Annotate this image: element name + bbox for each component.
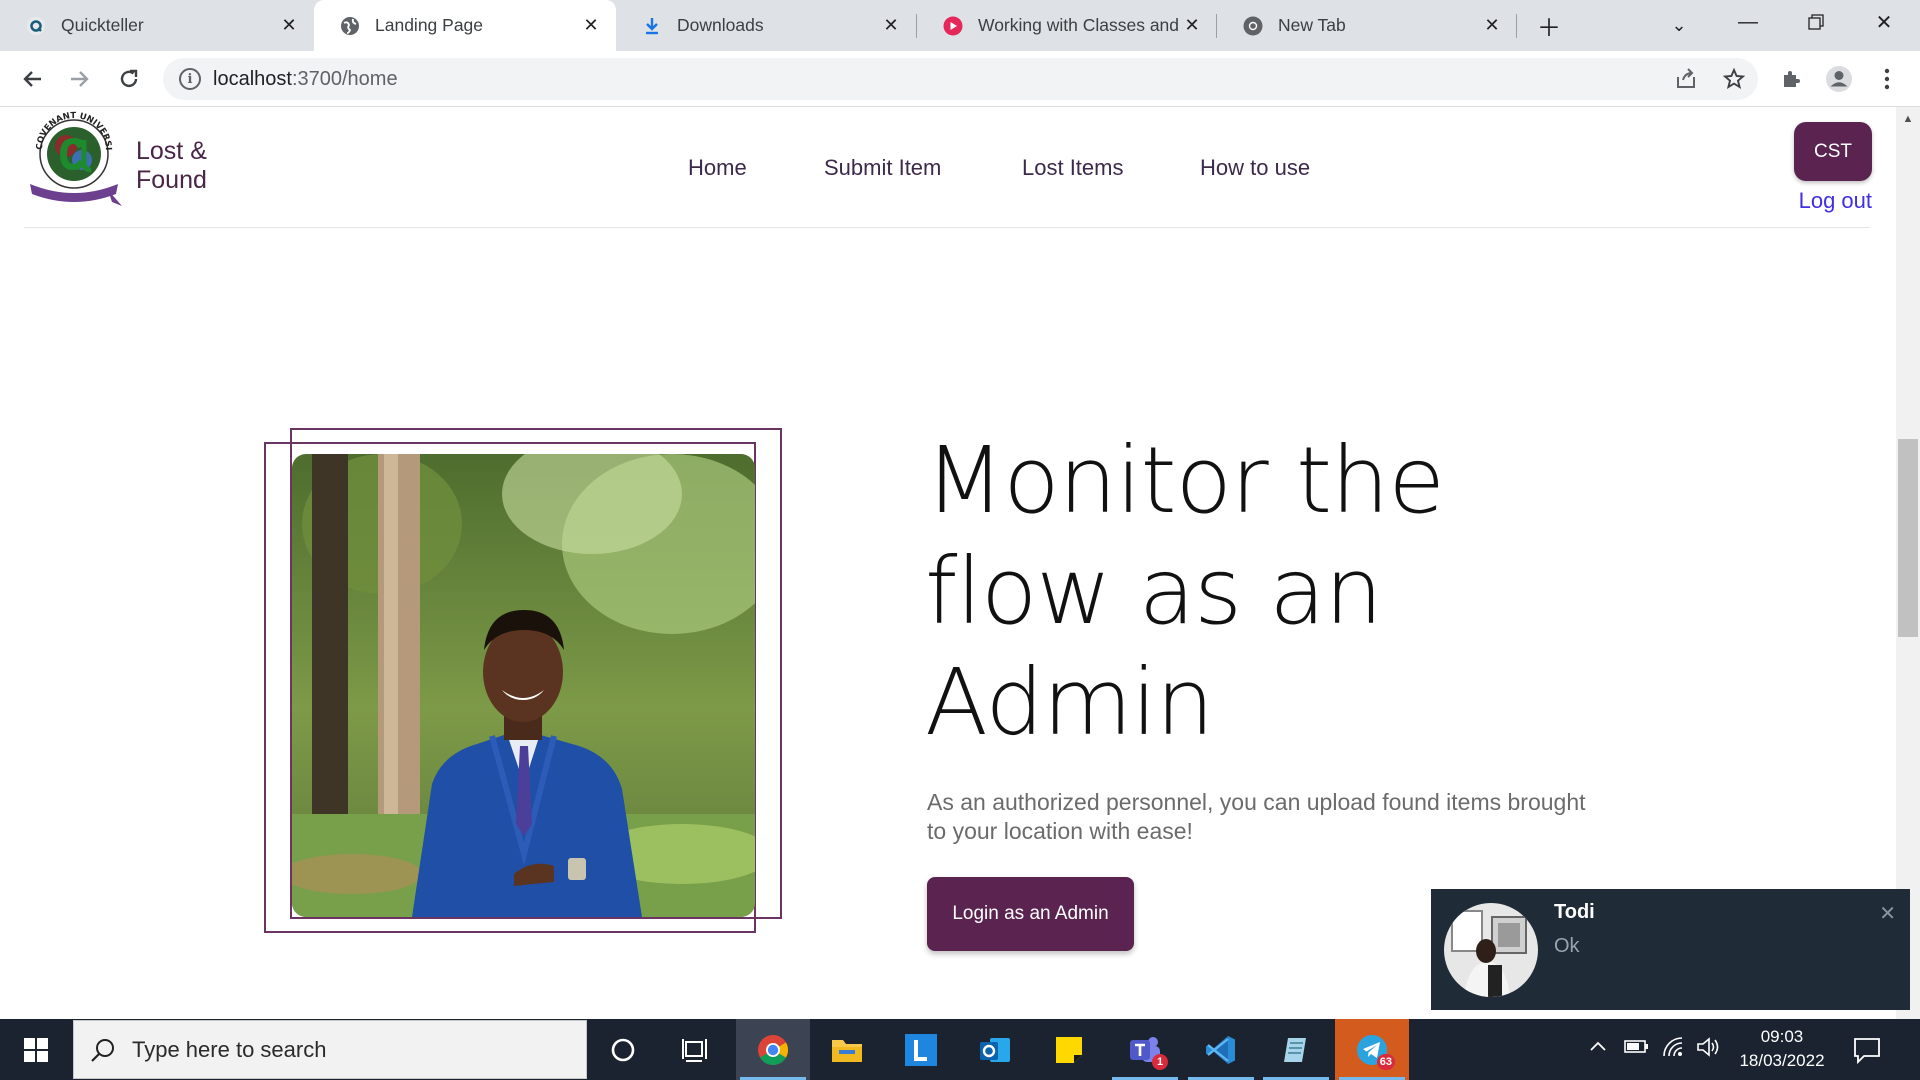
windows-start-icon[interactable]	[0, 1019, 72, 1080]
chrome-icon	[1243, 16, 1263, 36]
sender-avatar	[1444, 903, 1538, 997]
tab-downloads[interactable]: Downloads ✕	[616, 0, 916, 51]
tab-title: Downloads	[677, 15, 764, 35]
file-explorer-icon[interactable]	[810, 1019, 884, 1080]
tab-landing-page[interactable]: Landing Page ✕	[314, 0, 616, 51]
admin-photo	[292, 454, 755, 917]
brand-line-1: Lost &	[136, 137, 207, 165]
url-host: localhost	[213, 68, 292, 90]
nav-link-home[interactable]: Home	[688, 155, 747, 181]
close-icon[interactable]: ✕	[1879, 901, 1896, 926]
teams-badge: 1	[1152, 1054, 1168, 1070]
search-icon	[90, 1037, 116, 1068]
search-placeholder: Type here to search	[132, 1037, 327, 1062]
message-notification[interactable]: Todi Ok ✕	[1431, 889, 1910, 1010]
nav-link-submit-item[interactable]: Submit Item	[824, 155, 941, 181]
download-icon	[642, 16, 662, 36]
headline-line-1: Monitor the	[925, 427, 1445, 534]
minimize-icon[interactable]: —	[1716, 0, 1780, 44]
telegram-badge: 63	[1376, 1054, 1395, 1070]
tab-title: Landing Page	[375, 15, 484, 35]
browser-toolbar: i localhost:3700/home	[0, 51, 1920, 107]
hero-headline: Monitor the flow as an Admin	[925, 425, 1445, 758]
share-icon[interactable]	[1669, 62, 1703, 96]
restore-icon[interactable]	[1784, 0, 1848, 44]
site-info-icon[interactable]: i	[179, 68, 201, 90]
back-arrow-icon[interactable]	[15, 62, 49, 96]
tab-quickteller[interactable]: Quickteller ✕	[0, 0, 314, 51]
address-bar[interactable]: i localhost:3700/home	[163, 58, 1758, 100]
tab-strip: Quickteller ✕ Landing Page ✕ Downloads ✕…	[0, 0, 1920, 51]
close-icon[interactable]: ✕	[580, 15, 602, 37]
taskbar-search-box[interactable]: Type here to search	[73, 1020, 587, 1079]
outlook-icon[interactable]	[958, 1019, 1032, 1080]
tab-working-with-classes[interactable]: Working with Classes and ✕	[917, 0, 1217, 51]
reload-icon[interactable]	[112, 62, 146, 96]
close-icon[interactable]: ✕	[278, 15, 300, 37]
close-icon[interactable]: ✕	[1181, 15, 1203, 37]
tab-title: New Tab	[1278, 15, 1346, 35]
nav-link-lost-items[interactable]: Lost Items	[1022, 155, 1123, 181]
menu-kebab-icon[interactable]	[1870, 62, 1904, 96]
login-as-admin-button[interactable]: Login as an Admin	[927, 877, 1134, 951]
nav-link-how-to-use[interactable]: How to use	[1200, 155, 1310, 181]
action-center-icon[interactable]	[1850, 1033, 1884, 1067]
quickteller-icon	[26, 16, 46, 36]
scroll-thumb[interactable]	[1898, 439, 1918, 637]
user-initials-button[interactable]: CST	[1794, 122, 1872, 181]
tab-title: Working with Classes and	[978, 15, 1180, 35]
close-icon[interactable]: ✕	[880, 15, 902, 37]
headline-line-3: Admin	[925, 649, 1214, 756]
url-text[interactable]: localhost:3700/home	[213, 68, 398, 91]
extensions-puzzle-icon[interactable]	[1774, 62, 1808, 96]
tab-search-chevron-icon[interactable]: ⌄	[1662, 8, 1696, 42]
bookmark-star-icon[interactable]	[1717, 62, 1751, 96]
tab-title: Quickteller	[61, 15, 144, 35]
window-close-icon[interactable]: ✕	[1852, 0, 1916, 44]
url-path: :3700/home	[291, 68, 398, 90]
system-clock[interactable]: 09:03 18/03/2022	[1734, 1025, 1830, 1073]
video-icon	[943, 16, 963, 36]
logout-link[interactable]: Log out	[1794, 188, 1872, 214]
cortana-icon[interactable]	[586, 1019, 660, 1080]
hero-subtext: As an authorized personnel, you can uplo…	[927, 789, 1586, 844]
scroll-up-arrow-icon[interactable]: ▲	[1896, 109, 1920, 129]
university-logo[interactable]: COVENANT UNIVERSITY	[20, 107, 124, 214]
vscode-icon[interactable]	[1184, 1019, 1258, 1080]
l-app-icon[interactable]	[884, 1019, 958, 1080]
tab-separator	[1516, 14, 1517, 38]
brand-line-2: Found	[136, 166, 207, 194]
page-scrollbar[interactable]: ▲	[1896, 107, 1920, 1019]
chrome-taskbar-icon[interactable]	[736, 1019, 810, 1080]
tab-new-tab[interactable]: New Tab ✕	[1217, 0, 1517, 51]
clock-date: 18/03/2022	[1739, 1051, 1825, 1070]
telegram-icon[interactable]: 63	[1335, 1019, 1409, 1080]
show-hidden-icons-chevron-icon[interactable]	[1588, 1036, 1608, 1062]
new-tab-plus-icon[interactable]: ＋	[1532, 8, 1566, 42]
clock-time: 09:03	[1760, 1027, 1804, 1046]
site-header: COVENANT UNIVERSITY Lost & Found Home Su…	[20, 107, 1872, 228]
sticky-notes-icon[interactable]	[1032, 1019, 1106, 1080]
wifi-icon[interactable]	[1662, 1036, 1686, 1064]
globe-icon	[340, 16, 360, 36]
task-view-icon[interactable]	[658, 1019, 732, 1080]
brand-name[interactable]: Lost & Found	[136, 137, 207, 195]
close-icon[interactable]: ✕	[1481, 15, 1503, 37]
headline-line-2: flow as an	[925, 538, 1383, 645]
forward-arrow-icon[interactable]	[63, 62, 97, 96]
volume-icon[interactable]	[1696, 1036, 1722, 1064]
windows-taskbar: Type here to search 1 63 09:03 18/03/202…	[0, 1019, 1920, 1080]
profile-avatar-icon[interactable]	[1822, 62, 1856, 96]
teams-icon[interactable]: 1	[1108, 1019, 1182, 1080]
notepad-icon[interactable]	[1259, 1019, 1333, 1080]
battery-icon[interactable]	[1624, 1036, 1650, 1062]
page-viewport: COVENANT UNIVERSITY Lost & Found Home Su…	[0, 107, 1920, 1019]
sender-name: Todi	[1554, 901, 1595, 923]
notification-message: Ok	[1554, 935, 1580, 957]
